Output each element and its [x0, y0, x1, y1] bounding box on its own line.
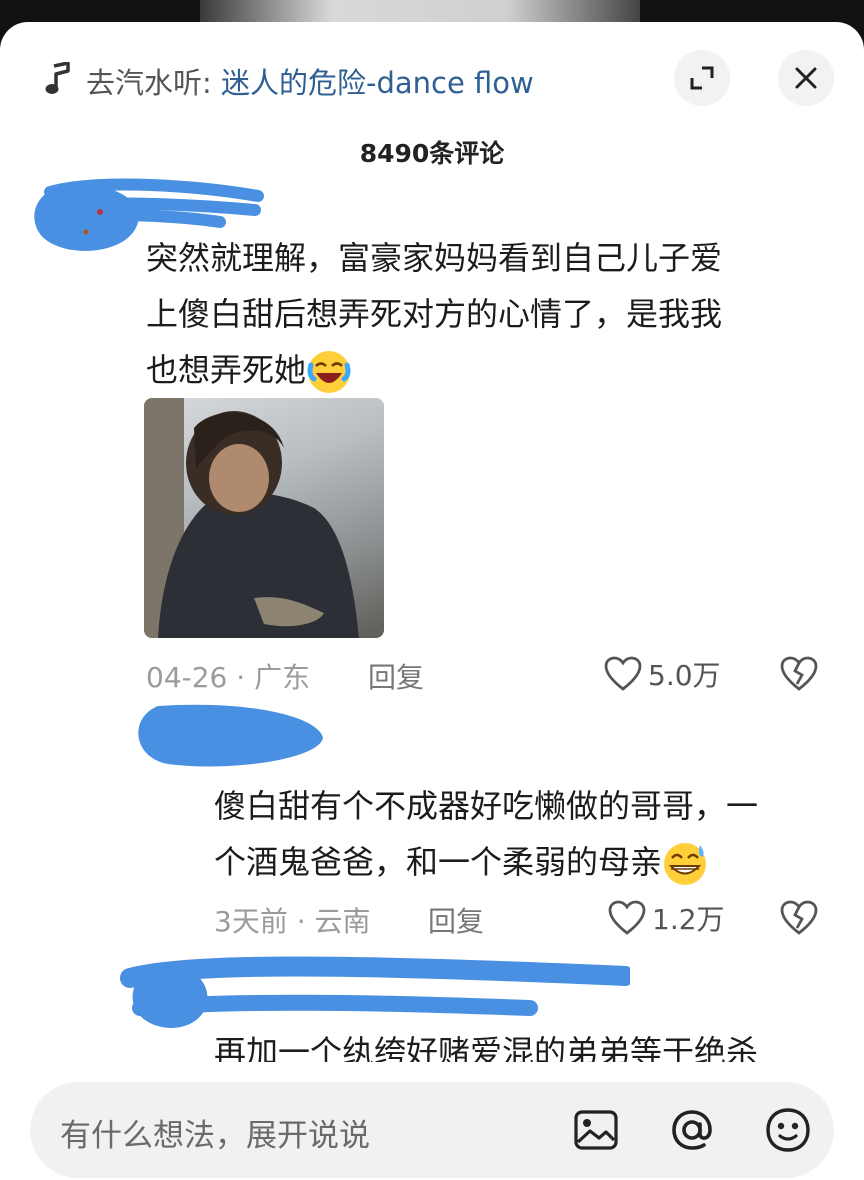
song-prefix: 去汽水听: — [86, 66, 221, 100]
comment-1-line-2: 上傻白甜后想弄死对方的心情了，是我我 — [146, 295, 723, 333]
song-name[interactable]: 迷人的危险-dance flow — [221, 66, 534, 100]
emoji-icon[interactable] — [762, 1104, 814, 1156]
comment-input-bar: 有什么想法，展开说说 — [0, 1062, 864, 1180]
heart-icon — [604, 656, 642, 691]
at-icon[interactable] — [666, 1104, 718, 1156]
expand-icon — [690, 66, 714, 90]
comment-2-line-2-text: 个酒鬼爸爸，和一个柔弱的母亲 — [214, 843, 663, 881]
sweat-grin-emoji — [664, 843, 707, 885]
sheet-header: 去汽水听: 迷人的危险-dance flow — [0, 22, 864, 132]
song-link[interactable]: 去汽水听: 迷人的危险-dance flow — [86, 60, 534, 102]
heart-icon — [608, 900, 646, 935]
comment-1-like-count: 5.0万 — [648, 659, 721, 692]
comment-1-like-button[interactable]: 5.0万 — [604, 654, 721, 694]
comment-1-reply-button[interactable]: 回复 — [368, 656, 424, 696]
comment-2-line-1: 傻白甜有个不成器好吃懒做的哥哥，一 — [214, 787, 759, 825]
comment-2-line-2: 个酒鬼爸爸，和一个柔弱的母亲 — [214, 834, 758, 890]
broken-heart-icon[interactable] — [780, 900, 818, 936]
comment-input[interactable]: 有什么想法，展开说说 — [30, 1082, 834, 1178]
expand-button[interactable] — [674, 50, 730, 106]
comment-1-image[interactable] — [144, 398, 384, 638]
comment-1-text: 突然就理解，富豪家妈妈看到自己儿子爱 上傻白甜后想弄死对方的心情了，是我我 也想… — [146, 230, 722, 398]
close-icon — [795, 67, 817, 89]
laughing-crying-emoji — [307, 351, 351, 393]
music-note-icon[interactable] — [44, 62, 72, 96]
redacted-avatar-scribble-2 — [138, 704, 323, 767]
image-icon[interactable] — [570, 1104, 622, 1156]
broken-heart-icon[interactable] — [780, 656, 818, 692]
comment-2-like-button[interactable]: 1.2万 — [608, 898, 725, 938]
comment-1-line-3: 也想弄死她 — [146, 342, 722, 398]
comment-2-text: 傻白甜有个不成器好吃懒做的哥哥，一 个酒鬼爸爸，和一个柔弱的母亲 — [214, 778, 758, 890]
comment-sheet: 去汽水听: 迷人的危险-dance flow 8490条评论 突然就理解，富豪家… — [0, 22, 864, 1180]
comment-2-like-count: 1.2万 — [652, 903, 725, 936]
comment-2-date-region: 3天前 · 云南 — [214, 905, 371, 938]
comment-1-date-region: 04-26 · 广东 — [146, 661, 311, 694]
comment-count: 8490条评论 — [359, 139, 505, 168]
comment-2-reply-button[interactable]: 回复 — [428, 900, 484, 940]
comment-input-placeholder: 有什么想法，展开说说 — [60, 1118, 370, 1154]
close-button[interactable] — [778, 50, 834, 106]
comment-1-line-1: 突然就理解，富豪家妈妈看到自己儿子爱 — [146, 239, 723, 277]
person-photo — [144, 398, 359, 638]
comment-1-line-3-text: 也想弄死她 — [146, 351, 307, 389]
